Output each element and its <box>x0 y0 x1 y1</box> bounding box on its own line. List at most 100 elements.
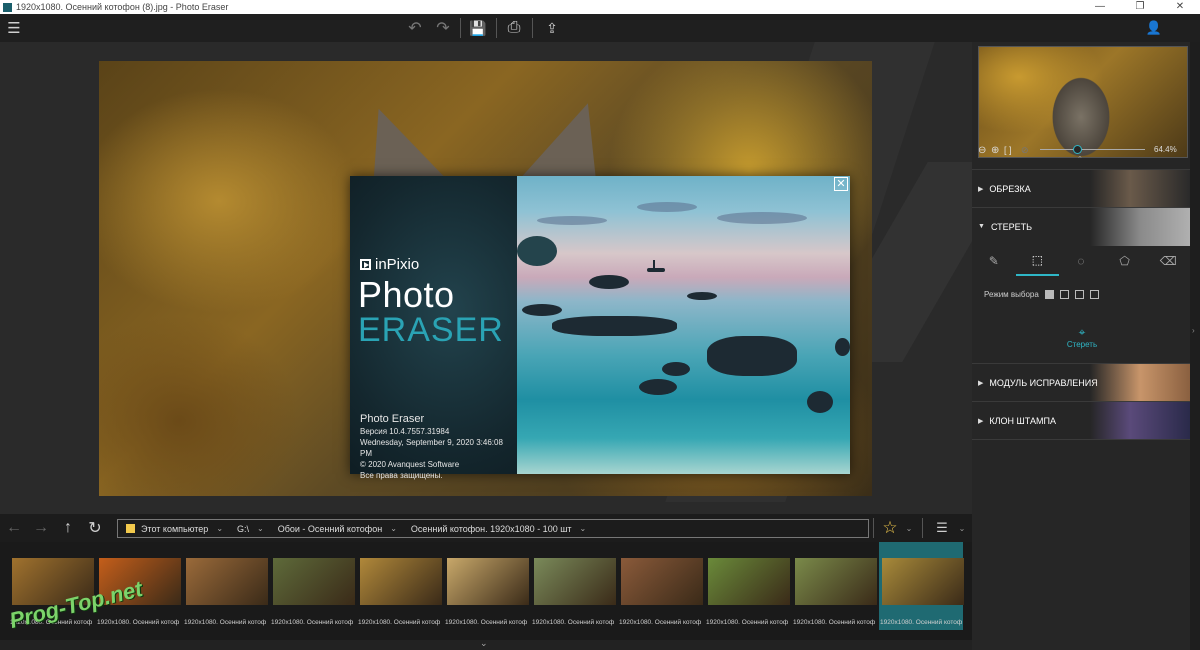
refresh-icon[interactable]: ↻ <box>85 518 105 538</box>
splash-seascape-image <box>517 176 850 474</box>
section-label: СТЕРЕТЬ <box>990 221 1033 232</box>
save-icon[interactable]: 💾 <box>468 18 488 38</box>
chevron-up-icon[interactable]: ⌃ <box>1077 155 1083 163</box>
version-info: Photo Eraser Версия 10.4.7557.31984 Wedn… <box>360 413 517 481</box>
rock-shape <box>707 336 797 376</box>
toolbar-divider <box>460 18 461 38</box>
breadcrumb-label: Осенний котофон. 1920x1080 - 100 шт <box>410 523 572 534</box>
folder-icon <box>126 524 135 533</box>
redo-icon[interactable]: ↷ <box>433 18 453 38</box>
thumbnail-image[interactable] <box>708 558 790 605</box>
thumbnail-label: 1920x1080. Осенний котоф <box>445 619 528 626</box>
crop-section-art <box>1090 170 1190 208</box>
inpixio-logo: inPixio <box>360 256 419 273</box>
panel-collapse-rail[interactable]: › <box>1190 42 1200 650</box>
erase-tool-row: ✎ ⬚ ◌ ⬠ ⌫ <box>972 246 1190 276</box>
maximize-button[interactable]: ❐ <box>1120 0 1160 14</box>
image-canvas[interactable]: inPixio Photo ERASER Photo Eraser Версия… <box>0 42 972 514</box>
thumbnail-label: 1920x1080. Осенний котоф <box>271 619 354 626</box>
mode-intersect-icon[interactable] <box>1089 290 1099 299</box>
zoom-slider-track[interactable] <box>1040 149 1145 150</box>
chevron-down-icon[interactable]: ⌄ <box>390 524 397 533</box>
thumbnail-label: 1920x1080. Осенний котоф <box>619 619 702 626</box>
cloud-shape <box>537 216 607 225</box>
brand-name: inPixio <box>375 256 420 273</box>
thumbnail-image[interactable] <box>882 558 964 605</box>
expand-arrow-icon: ▶ <box>978 417 984 425</box>
splash-close-icon[interactable]: ✕ <box>834 177 848 191</box>
forward-arrow-icon[interactable]: → <box>31 518 51 538</box>
breadcrumb-label: Обои - Осенний котофон <box>277 523 383 534</box>
thumbnail-image[interactable] <box>273 558 355 605</box>
mode-add-icon[interactable] <box>1059 290 1069 299</box>
minimize-button[interactable]: — <box>1080 0 1120 14</box>
chevron-down-icon[interactable]: ⌄ <box>480 638 488 649</box>
breadcrumb-item[interactable]: Осенний котофон. 1920x1080 - 100 шт ⌄ <box>411 524 586 534</box>
breadcrumb-item[interactable]: Этот компьютер ⌄ <box>141 524 223 534</box>
rock-shape <box>835 338 850 356</box>
zoom-in-icon[interactable]: ⊕ <box>991 145 999 156</box>
thumbnail-label: 1920x1080. Осенний котоф <box>532 619 615 626</box>
rock-shape <box>687 292 717 300</box>
hamburger-menu-icon[interactable]: ☰ <box>4 18 24 38</box>
inpixio-logo-icon <box>360 259 371 270</box>
user-icon[interactable]: 👤 <box>1142 18 1166 38</box>
thumbnail-image[interactable] <box>186 558 268 605</box>
polygon-lasso-tool-icon[interactable]: ⬠ <box>1103 246 1147 276</box>
sort-list-icon[interactable]: ☰ <box>930 518 954 538</box>
thumbnail-label: 1920x1080. Осенний котоф <box>97 619 180 626</box>
chevron-down-icon[interactable]: ⌄ <box>956 518 968 538</box>
filmstrip-toggle-bar[interactable]: ⌄ <box>0 638 972 650</box>
eraser-tool-icon[interactable]: ⌫ <box>1146 246 1190 276</box>
brush-tool-icon[interactable]: ✎ <box>972 246 1016 276</box>
mode-new-icon[interactable] <box>1044 290 1054 299</box>
product-name: Photo Eraser <box>360 413 425 425</box>
close-button[interactable]: ✕ <box>1160 0 1200 14</box>
section-label: МОДУЛЬ ИСПРАВЛЕНИЯ <box>989 377 1098 388</box>
chevron-down-icon[interactable]: ⌄ <box>580 524 587 533</box>
chevron-down-icon[interactable]: ⌄ <box>216 524 223 533</box>
thumbnail-image[interactable] <box>795 558 877 605</box>
thumbnail-label: 1920x1080. Осенний котоф <box>358 619 441 626</box>
undo-icon[interactable]: ↶ <box>405 18 425 38</box>
erase-section-header[interactable]: ▼ СТЕРЕТЬ <box>972 207 1200 246</box>
print-icon[interactable]: ⎙ <box>504 18 524 38</box>
zoom-out-icon[interactable]: ⊖ <box>978 145 986 156</box>
up-arrow-icon[interactable]: ↑ <box>58 518 78 538</box>
breadcrumb-item[interactable]: Обои - Осенний котофон ⌄ <box>278 524 397 534</box>
thumbnail-image[interactable] <box>534 558 616 605</box>
clone-stamp-section-header[interactable]: ▶ КЛОН ШТАМПА <box>972 401 1200 440</box>
thumbnail-image[interactable] <box>360 558 442 605</box>
rock-shape <box>639 379 677 395</box>
build-date: Wednesday, September 9, 2020 3:46:08 PM <box>360 438 503 458</box>
rectangle-select-tool-icon[interactable]: ⬚ <box>1015 246 1060 276</box>
share-icon[interactable]: ⇪ <box>540 18 564 38</box>
favorite-star-icon[interactable]: ☆ <box>880 518 900 538</box>
copyright-text: © 2020 Avanquest Software <box>360 460 460 469</box>
actual-size-icon[interactable]: ⊘ <box>1021 145 1029 156</box>
chevron-down-icon[interactable]: ⌄ <box>257 524 264 533</box>
chevron-down-icon[interactable]: ⌄ <box>902 518 916 538</box>
thumbnail-image[interactable] <box>621 558 703 605</box>
toolbar-divider <box>532 18 533 38</box>
product-word-eraser: ERASER <box>358 311 504 349</box>
breadcrumb-label: G:\ <box>237 523 250 534</box>
fix-module-section-header[interactable]: ▶ МОДУЛЬ ИСПРАВЛЕНИЯ <box>972 363 1200 402</box>
cloud-shape <box>637 202 697 212</box>
mode-subtract-icon[interactable] <box>1074 290 1084 299</box>
back-arrow-icon[interactable]: ← <box>4 518 24 538</box>
fit-screen-icon[interactable]: [ ] <box>1004 145 1012 155</box>
breadcrumb-item[interactable]: G:\ ⌄ <box>237 524 264 534</box>
nav-divider <box>873 518 874 538</box>
window-titlebar: 1920x1080. Осенний котофон (8).jpg - Pho… <box>0 0 1200 14</box>
erase-button[interactable]: ⌖ Стереть <box>1052 325 1112 353</box>
fix-section-art <box>1090 364 1190 402</box>
crop-section-header[interactable]: ▶ ОБРЕЗКА <box>972 169 1200 208</box>
thumbnail-image[interactable] <box>447 558 529 605</box>
lasso-tool-icon[interactable]: ◌ <box>1059 246 1103 276</box>
toolbar-right: 👤 <box>972 14 1200 42</box>
about-splash-dialog: inPixio Photo ERASER Photo Eraser Версия… <box>350 176 850 480</box>
rock-shape <box>552 316 677 336</box>
rights-text: Все права защищены. <box>360 471 443 480</box>
chevron-right-icon[interactable]: › <box>1192 326 1195 335</box>
